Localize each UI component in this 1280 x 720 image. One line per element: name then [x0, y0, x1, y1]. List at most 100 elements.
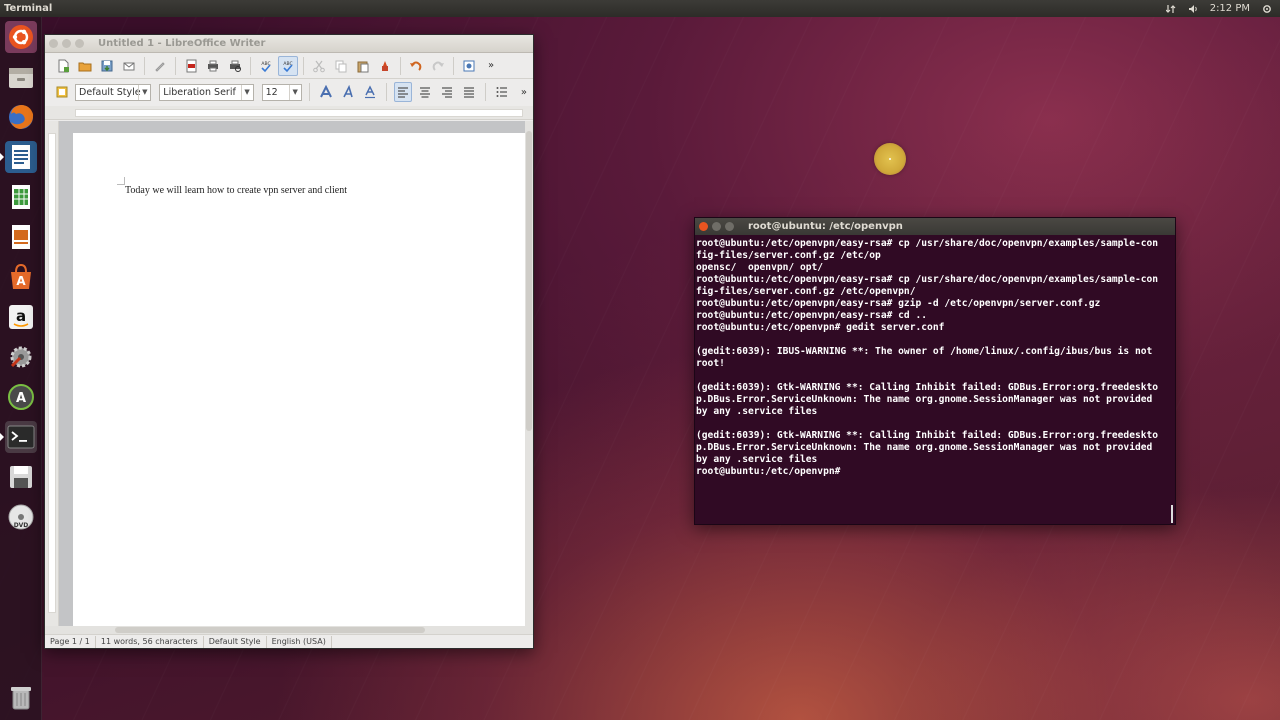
- power-gear-icon[interactable]: [1262, 4, 1272, 14]
- document-text[interactable]: Today we will learn how to create vpn se…: [125, 185, 347, 196]
- terminal-line: fig-files/server.conf.gz /etc/op: [696, 250, 881, 261]
- edit-mode-button[interactable]: [150, 56, 170, 76]
- new-document-button[interactable]: [53, 56, 73, 76]
- terminal-line: fig-files/server.conf.gz /etc/openvpn/: [696, 286, 916, 297]
- network-icon[interactable]: [1165, 4, 1176, 14]
- launcher-item-calc[interactable]: [5, 181, 37, 213]
- toolbar-separator: [385, 83, 387, 101]
- formatting-toolbar: Default Style ▼ Liberation Serif ▼ 12 ▼ …: [45, 79, 533, 105]
- align-right-icon: [441, 87, 452, 98]
- vertical-scrollbar[interactable]: [525, 121, 533, 626]
- bold-button[interactable]: [317, 82, 335, 102]
- underline-button[interactable]: [361, 82, 379, 102]
- launcher-item-writer[interactable]: [0, 141, 37, 173]
- toolbar-separator: [308, 83, 310, 101]
- navigator-button[interactable]: [459, 56, 479, 76]
- terminal-icon: [7, 425, 35, 449]
- undo-button[interactable]: [406, 56, 426, 76]
- volume-icon[interactable]: [1188, 4, 1198, 14]
- open-button[interactable]: [75, 56, 95, 76]
- vertical-ruler[interactable]: [45, 121, 59, 626]
- ubuntu-logo-icon: [9, 25, 33, 49]
- terminal-line: opensc/ openvpn/ opt/: [696, 262, 824, 273]
- launcher-item-files[interactable]: [5, 61, 37, 93]
- paste-button[interactable]: [353, 56, 373, 76]
- terminal-line: (gedit:6039): IBUS-WARNING **: The owner…: [696, 346, 1153, 357]
- scrollbar-thumb[interactable]: [526, 131, 532, 431]
- clone-formatting-button[interactable]: [375, 56, 395, 76]
- page-style[interactable]: Default Style: [204, 635, 267, 648]
- page-count[interactable]: Page 1 / 1: [45, 635, 96, 648]
- terminal-line: root@ubuntu:/etc/openvpn# gedit server.c…: [696, 322, 945, 333]
- launcher-item-firefox[interactable]: [5, 101, 37, 133]
- font-size-select[interactable]: 12 ▼: [261, 83, 302, 101]
- terminal-scrollbar[interactable]: [1171, 505, 1173, 523]
- redo-button[interactable]: [428, 56, 448, 76]
- terminal-titlebar[interactable]: root@ubuntu: /etc/openvpn: [695, 218, 1175, 235]
- launcher-item-software-center[interactable]: A: [5, 261, 37, 293]
- ruler-track: [75, 109, 523, 117]
- align-left-button[interactable]: [393, 82, 412, 102]
- minimize-button[interactable]: [62, 39, 71, 48]
- format-overflow-button[interactable]: »: [515, 82, 533, 102]
- list-button[interactable]: [493, 82, 511, 102]
- export-pdf-button[interactable]: [181, 56, 201, 76]
- launcher-item-impress[interactable]: [5, 221, 37, 253]
- clock[interactable]: 2:12 PM: [1210, 3, 1250, 14]
- print-button[interactable]: [203, 56, 223, 76]
- horizontal-ruler[interactable]: [45, 106, 533, 120]
- spellcheck-button[interactable]: ABC: [256, 56, 276, 76]
- paragraph-style-select[interactable]: Default Style ▼: [75, 83, 152, 101]
- terminal-line: root@ubuntu:/etc/openvpn/easy-rsa# cd ..: [696, 310, 928, 321]
- email-button[interactable]: [119, 56, 139, 76]
- justify-button[interactable]: [460, 82, 478, 102]
- impress-icon: [12, 225, 30, 249]
- launcher-item-settings[interactable]: [5, 341, 37, 373]
- save-button[interactable]: [97, 56, 117, 76]
- writer-titlebar[interactable]: Untitled 1 - LibreOffice Writer: [45, 35, 533, 53]
- standard-toolbar: ABC ABC »: [45, 53, 533, 79]
- italic-button[interactable]: [339, 82, 357, 102]
- svg-text:a: a: [16, 307, 26, 325]
- minimize-button[interactable]: [712, 222, 721, 231]
- maximize-button[interactable]: [725, 222, 734, 231]
- terminal-line: (gedit:6039): Gtk-WARNING **: Calling In…: [696, 382, 1159, 393]
- launcher-item-dash[interactable]: [5, 21, 37, 53]
- launcher-item-terminal[interactable]: [0, 421, 37, 453]
- terminal-line: root@ubuntu:/etc/openvpn#: [696, 466, 847, 477]
- styles-icon: [56, 86, 68, 98]
- word-count[interactable]: 11 words, 56 characters: [96, 635, 204, 648]
- print-preview-button[interactable]: [225, 56, 245, 76]
- svg-text:A: A: [16, 274, 26, 288]
- font-size-value: 12: [265, 86, 278, 98]
- close-button[interactable]: [699, 222, 708, 231]
- maximize-button[interactable]: [75, 39, 84, 48]
- terminal-output[interactable]: root@ubuntu:/etc/openvpn/easy-rsa# cp /u…: [695, 235, 1175, 481]
- floppy-icon: [10, 466, 32, 488]
- scrollbar-thumb[interactable]: [115, 627, 425, 633]
- horizontal-scrollbar[interactable]: [45, 626, 533, 634]
- launcher-item-trash[interactable]: [5, 681, 37, 713]
- launcher-item-dvd[interactable]: DVD: [5, 501, 37, 533]
- redo-icon: [432, 61, 444, 71]
- close-button[interactable]: [49, 39, 58, 48]
- terminal-line: p.DBus.Error.ServiceUnknown: The name or…: [696, 394, 1153, 405]
- launcher-item-updater[interactable]: A: [5, 381, 37, 413]
- cut-button[interactable]: [309, 56, 329, 76]
- document-page[interactable]: Today we will learn how to create vpn se…: [73, 133, 525, 626]
- launcher-item-amazon[interactable]: a: [5, 301, 37, 333]
- toolbar-separator: [400, 56, 401, 75]
- chevron-down-icon: ▼: [138, 84, 150, 100]
- autospellcheck-button[interactable]: ABC: [278, 55, 298, 76]
- toolbar-separator: [250, 56, 251, 75]
- launcher-item-save[interactable]: [5, 461, 37, 493]
- align-center-button[interactable]: [416, 82, 434, 102]
- align-left-icon: [397, 87, 408, 98]
- align-right-button[interactable]: [438, 82, 456, 102]
- styles-button[interactable]: [53, 82, 71, 102]
- font-name-select[interactable]: Liberation Serif ▼: [159, 83, 254, 101]
- language[interactable]: English (USA): [267, 635, 332, 648]
- toolbar-overflow-button[interactable]: »: [481, 56, 501, 76]
- copy-button[interactable]: [331, 56, 351, 76]
